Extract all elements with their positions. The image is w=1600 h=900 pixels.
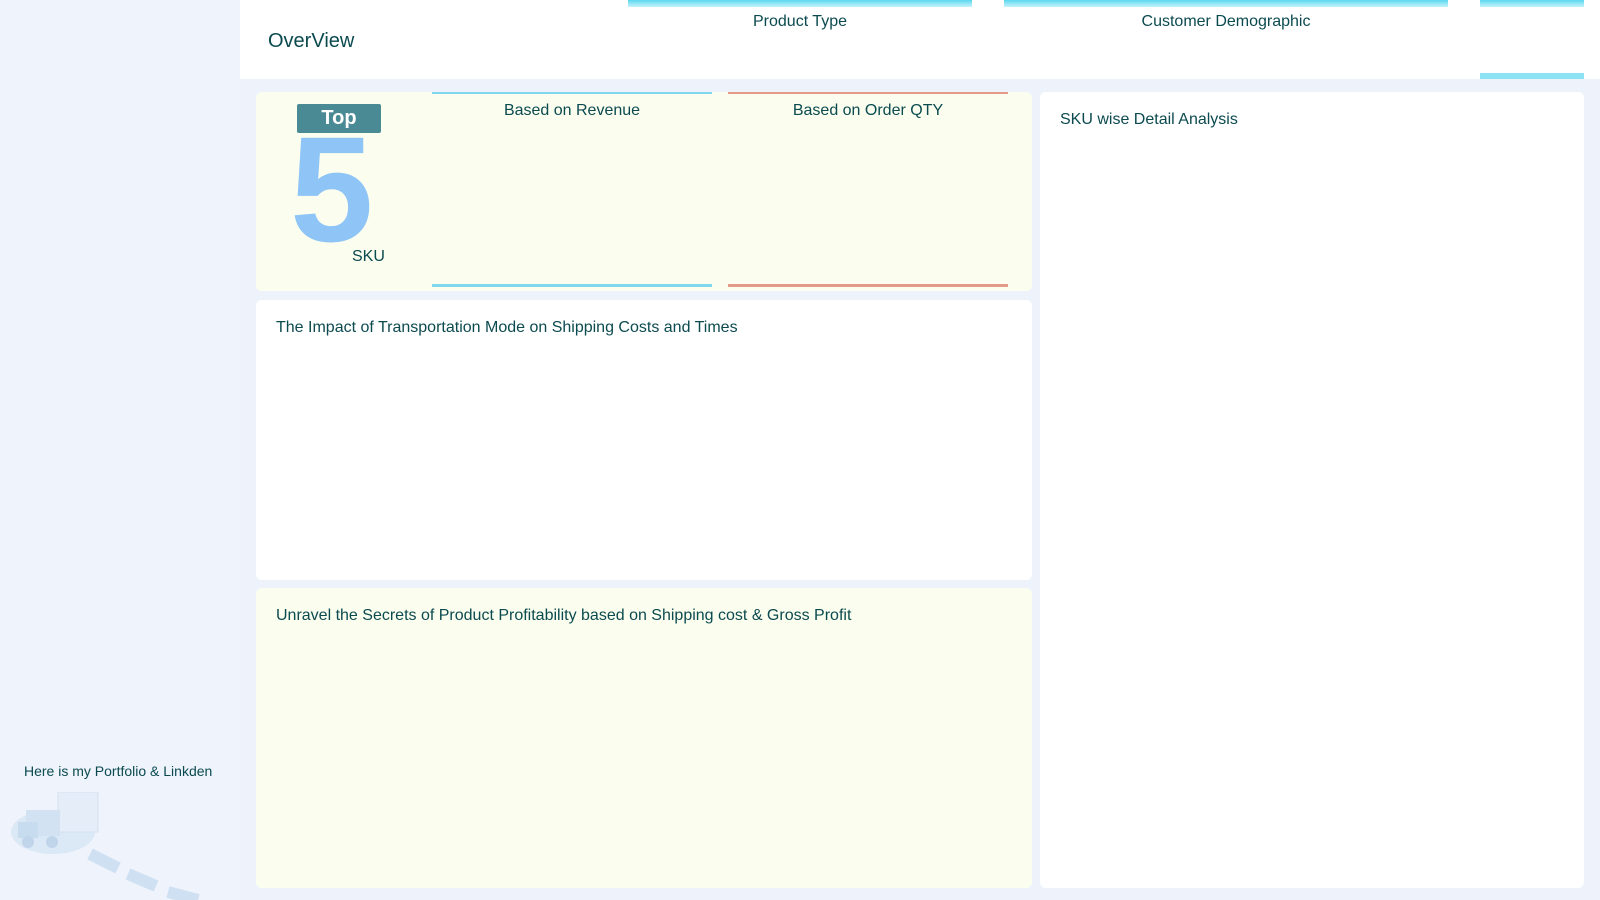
top-number: 5 (290, 105, 373, 273)
chart-border-top (432, 92, 712, 94)
tab-indicator (1004, 0, 1448, 7)
profitability-panel[interactable]: Unravel the Secrets of Product Profitabi… (256, 588, 1032, 888)
tab-label: Customer Demographic (1141, 13, 1311, 30)
page-title: OverView (268, 30, 355, 52)
portfolio-link-text[interactable]: Here is my Portfolio & Linkden (24, 763, 212, 779)
tab-indicator (1480, 0, 1584, 7)
chart-border-top (728, 92, 1008, 94)
active-tab-underline (1480, 73, 1584, 79)
tab-label: Product Type (753, 13, 847, 30)
sku-detail-title: SKU wise Detail Analysis (1060, 111, 1238, 128)
order-qty-chart[interactable]: Based on Order QTY (728, 92, 1008, 291)
chart-border-bottom (728, 284, 1008, 287)
profit-panel-title: Unravel the Secrets of Product Profitabi… (276, 607, 852, 624)
sidebar: Here is my Portfolio & Linkden (0, 0, 240, 900)
top-badge: Top (297, 104, 381, 133)
sku-detail-panel[interactable]: SKU wise Detail Analysis (1040, 92, 1584, 888)
revenue-chart[interactable]: Based on Revenue (432, 92, 712, 291)
tab-indicator (628, 0, 972, 7)
revenue-chart-title: Based on Revenue (503, 102, 641, 119)
tab-customer-demographic[interactable]: Customer Demographic (1004, 0, 1448, 40)
top5-sku-panel: 5 Top SKU Based on Revenue Based on Orde… (256, 92, 1032, 291)
transport-mode-panel[interactable]: The Impact of Transportation Mode on Shi… (256, 300, 1032, 580)
chart-border-bottom (432, 284, 712, 287)
tab-product-type[interactable]: Product Type (628, 0, 972, 40)
tab-overview[interactable] (1480, 0, 1584, 40)
header: OverView Product Type Customer Demograph… (240, 0, 1600, 79)
sku-label: SKU (352, 248, 385, 265)
transport-panel-title: The Impact of Transportation Mode on Shi… (276, 319, 738, 336)
forklift-boxes-icon (11, 792, 200, 900)
order-qty-chart-title: Based on Order QTY (792, 102, 944, 119)
